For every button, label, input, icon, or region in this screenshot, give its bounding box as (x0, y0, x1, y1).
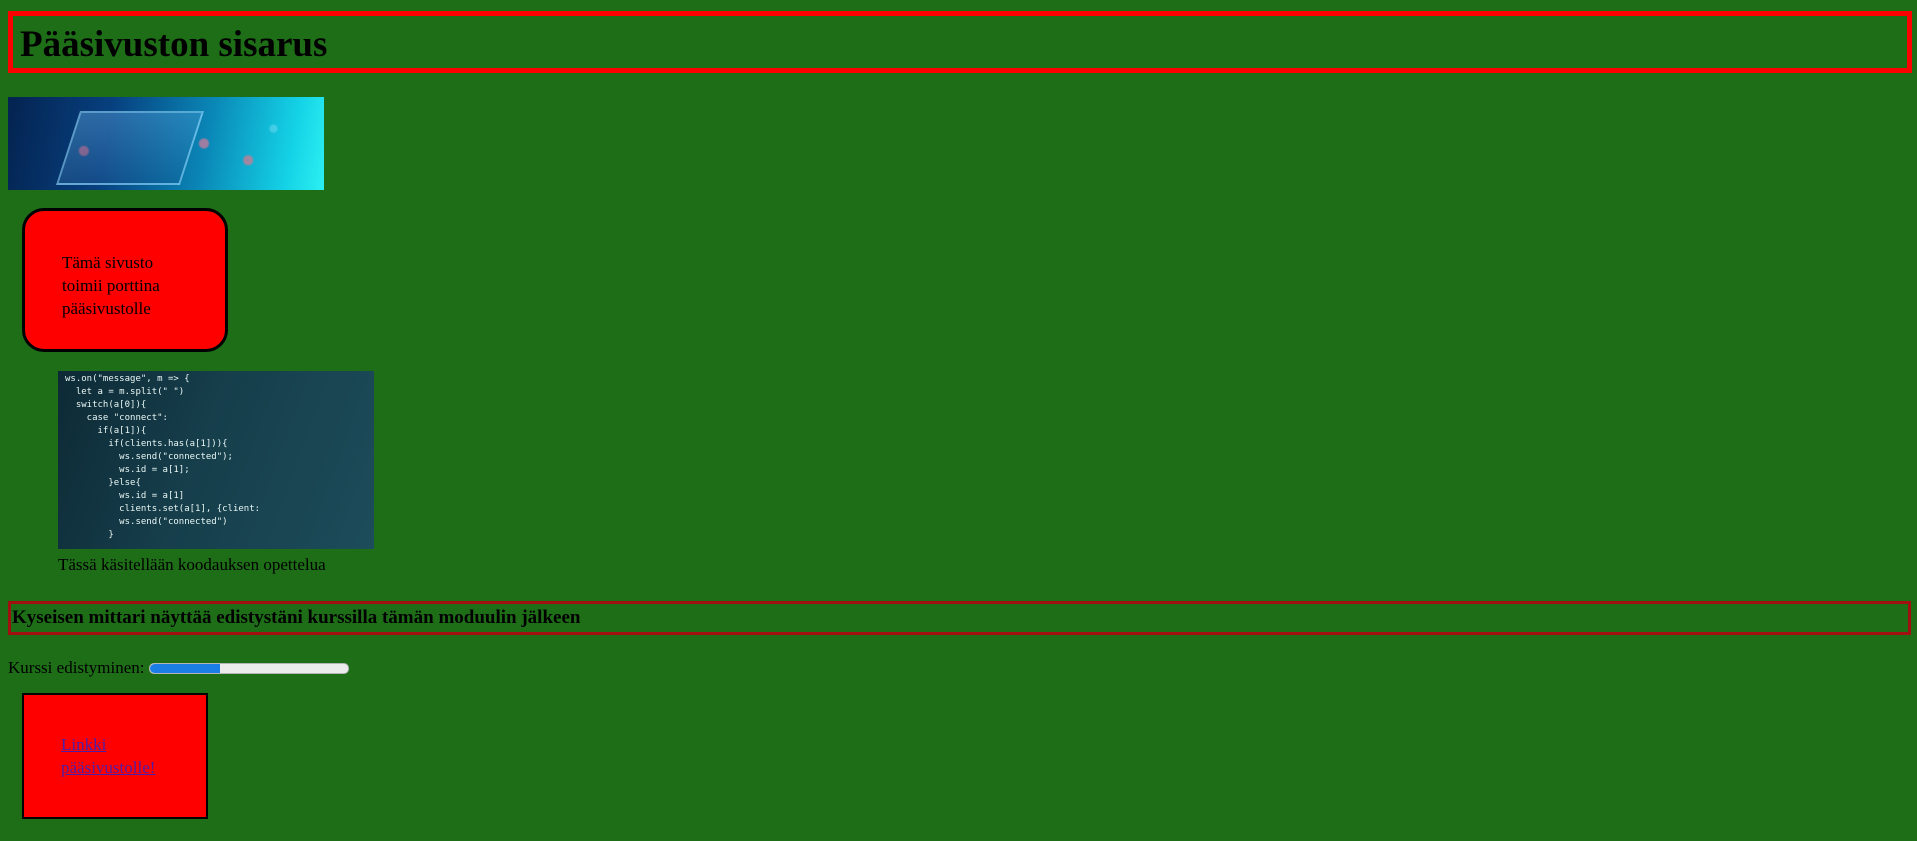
progress-label: Kurssi edistyminen: (8, 658, 145, 677)
progress-fill (150, 663, 220, 673)
course-progress-bar (149, 662, 350, 674)
progress-row: Kurssi edistyminen: (8, 657, 350, 679)
page: Pääsivuston sisarus Tämä sivusto toimii … (0, 0, 1917, 841)
progress-section-box: Kyseisen mittari näyttää edistystäni kur… (8, 601, 1911, 635)
link-box: Linkki pääsivustolle! (22, 693, 208, 819)
banner-image (8, 97, 324, 190)
figure-caption: Tässä käsitellään koodauksen opettelua (58, 555, 326, 574)
progress-heading: Kyseisen mittari näyttää edistystäni kur… (12, 607, 581, 628)
page-title: Pääsivuston sisarus (20, 24, 328, 65)
code-snippet: ws.on("message", m => { let a = m.split(… (65, 374, 261, 540)
main-site-link[interactable]: Linkki pääsivustolle! (61, 733, 181, 779)
info-bubble: Tämä sivusto toimii porttina pääsivustol… (22, 208, 228, 352)
header-box: Pääsivuston sisarus (8, 11, 1912, 73)
info-text: Tämä sivusto toimii porttina pääsivustol… (62, 253, 160, 318)
code-image: ws.on("message", m => { let a = m.split(… (58, 371, 374, 549)
laptop-illustration (55, 111, 205, 185)
